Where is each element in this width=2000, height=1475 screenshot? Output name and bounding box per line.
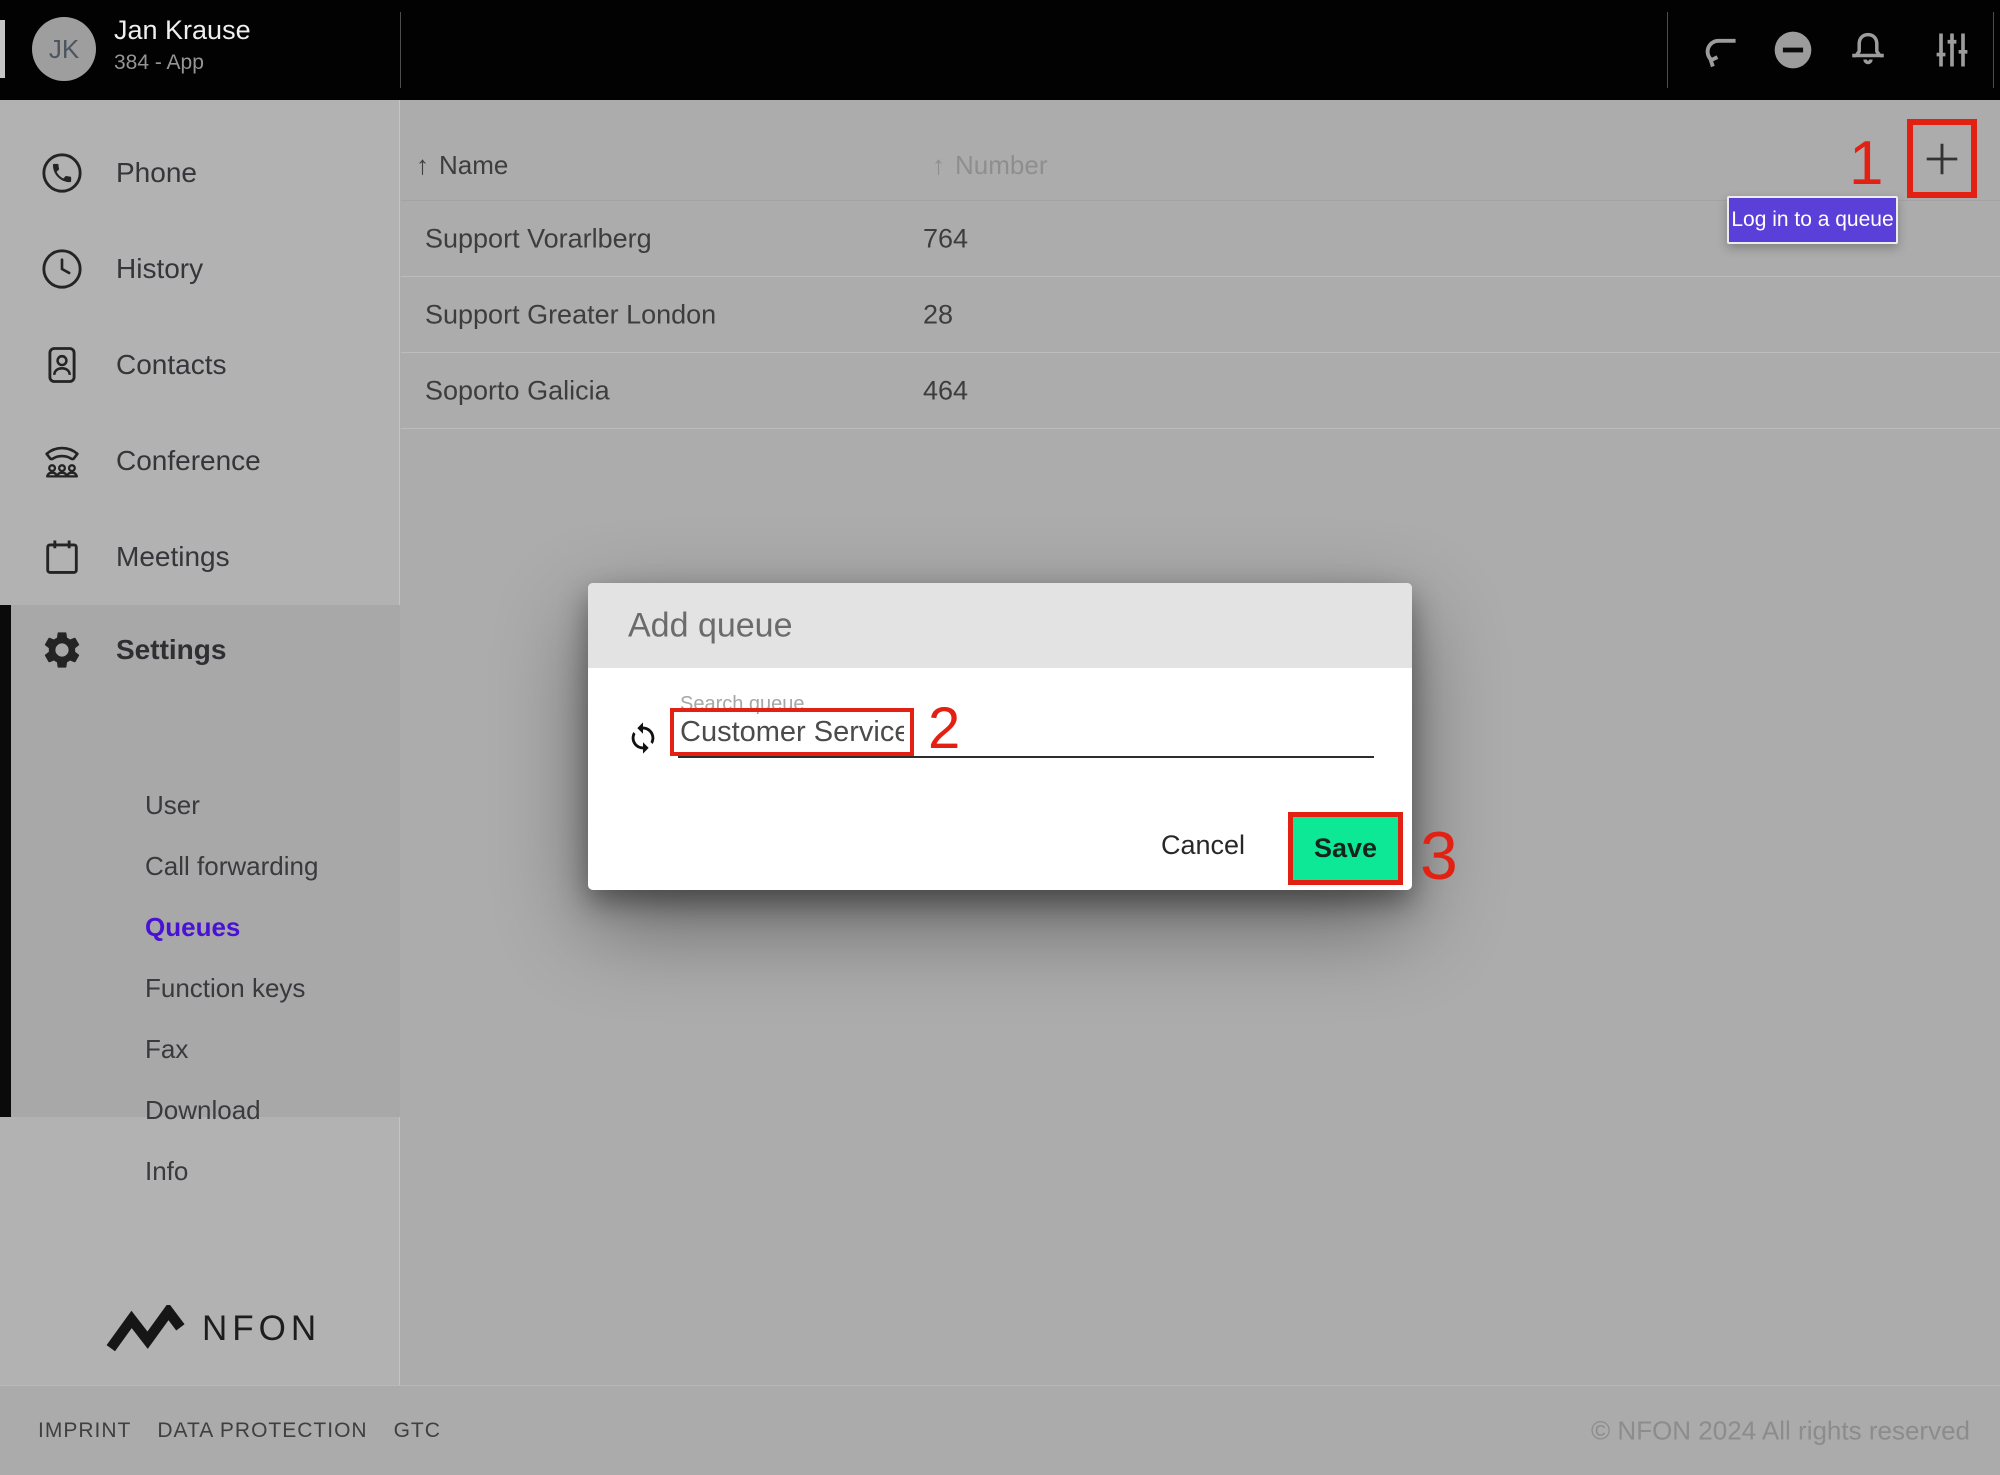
cancel-button[interactable]: Cancel <box>1148 830 1258 861</box>
do-not-disturb-icon[interactable] <box>1771 28 1815 72</box>
sidebar-item-download[interactable]: Download <box>145 1080 375 1141</box>
sidebar-item-phone[interactable]: Phone <box>0 125 399 221</box>
sidebar-item-label: History <box>116 253 203 285</box>
top-bar: JK Jan Krause 384 - App <box>0 0 2000 100</box>
user-name: Jan Krause <box>114 15 251 46</box>
column-label: Name <box>439 150 508 180</box>
contacts-icon <box>40 343 84 387</box>
plus-icon <box>1921 138 1963 180</box>
data-protection-link[interactable]: DATA PROTECTION <box>157 1419 367 1443</box>
column-header-name[interactable]: ↑ Name <box>416 150 508 181</box>
sub-item-label: Download <box>145 1095 261 1126</box>
search-queue-input[interactable] <box>674 716 910 749</box>
add-queue-dialog: Add queue Search queue 2 Cancel Save <box>588 583 1412 890</box>
sub-item-label: Fax <box>145 1034 188 1065</box>
save-button[interactable]: Save <box>1293 817 1398 880</box>
tune-icon[interactable] <box>1930 28 1974 72</box>
dialog-header: Add queue <box>588 583 1412 668</box>
sidebar-item-function-keys[interactable]: Function keys <box>145 958 375 1019</box>
left-edge-strip <box>0 20 5 78</box>
sidebar-item-contacts[interactable]: Contacts <box>0 317 399 413</box>
annotation-step-1: 1 <box>1849 133 1883 195</box>
sidebar-item-label: Meetings <box>116 541 230 573</box>
sidebar-item-label: Conference <box>116 445 261 477</box>
copyright-text: © NFON 2024 All rights reserved <box>1591 1415 1970 1446</box>
settings-section: Settings User Call forwarding Queues Fun… <box>0 605 400 1117</box>
sidebar-item-call-forwarding[interactable]: Call forwarding <box>145 836 375 897</box>
sidebar-item-label: Settings <box>116 634 226 666</box>
queue-name-cell: Soporto Galicia <box>425 375 610 406</box>
imprint-link[interactable]: IMPRINT <box>38 1419 131 1443</box>
table-header: ↑ Name ↑ Number 1 <box>401 100 2000 201</box>
sub-item-label: Call forwarding <box>145 851 318 882</box>
conference-icon <box>40 439 84 483</box>
phone-icon <box>40 151 84 195</box>
sidebar-item-history[interactable]: History <box>0 221 399 317</box>
history-icon <box>40 247 84 291</box>
nfon-logo-text: NFON <box>202 1309 321 1349</box>
user-extension: 384 - App <box>114 51 204 75</box>
table-row[interactable]: Support Greater London 28 <box>401 277 2000 353</box>
sidebar-item-label: Phone <box>116 157 197 189</box>
sidebar-item-fax[interactable]: Fax <box>145 1019 375 1080</box>
topbar-divider <box>400 12 401 88</box>
column-label: Number <box>955 150 1047 180</box>
nfon-logo-mark <box>104 1305 188 1353</box>
queue-number-cell: 28 <box>923 299 953 330</box>
sidebar: Phone History Contacts <box>0 100 400 1385</box>
sidebar-item-meetings[interactable]: Meetings <box>0 509 399 605</box>
annotation-step-3: 3 <box>1420 822 1458 890</box>
topbar-divider <box>1993 12 1994 88</box>
avatar-initials: JK <box>49 34 79 65</box>
topbar-divider <box>1667 12 1668 88</box>
sidebar-item-label: Contacts <box>116 349 227 381</box>
annotation-box-3: Save <box>1288 812 1403 885</box>
annotation-box-2 <box>670 708 914 756</box>
queue-number-cell: 464 <box>923 375 968 406</box>
queue-name-cell: Support Greater London <box>425 299 716 330</box>
annotation-box-1 <box>1907 119 1977 198</box>
add-queue-button[interactable] <box>1913 125 1971 192</box>
sync-icon[interactable] <box>626 721 660 755</box>
nfon-app-page: JK Jan Krause 384 - App <box>0 0 2000 1475</box>
active-section-indicator <box>0 605 11 1117</box>
dialog-body: Search queue 2 Cancel Save <box>588 668 1412 890</box>
dialog-title: Add queue <box>628 606 793 645</box>
sidebar-item-settings[interactable]: Settings <box>0 605 400 695</box>
avatar[interactable]: JK <box>32 17 96 81</box>
sort-asc-icon: ↑ <box>932 150 945 180</box>
notifications-icon[interactable] <box>1846 28 1890 72</box>
sidebar-item-queues[interactable]: Queues <box>145 897 375 958</box>
sub-item-label: Queues <box>145 912 240 943</box>
annotation-step-2: 2 <box>928 700 960 758</box>
sub-item-label: User <box>145 790 200 821</box>
sub-item-label: Function keys <box>145 973 305 1004</box>
login-queue-tooltip: Log in to a queue <box>1727 196 1898 244</box>
column-header-number[interactable]: ↑ Number <box>932 150 1047 181</box>
sidebar-item-user[interactable]: User <box>145 775 375 836</box>
calendar-icon <box>40 535 84 579</box>
sub-item-label: Info <box>145 1156 188 1187</box>
gtc-link[interactable]: GTC <box>394 1419 441 1443</box>
sidebar-item-info[interactable]: Info <box>145 1141 375 1202</box>
gear-icon <box>40 628 84 672</box>
input-underline <box>678 756 1374 758</box>
footer-links: IMPRINT DATA PROTECTION GTC <box>38 1386 441 1475</box>
queue-name-cell: Support Vorarlberg <box>425 223 652 254</box>
table-row[interactable]: Soporto Galicia 464 <box>401 353 2000 429</box>
footer: IMPRINT DATA PROTECTION GTC © NFON 2024 … <box>0 1385 2000 1475</box>
nfon-logo: NFON <box>104 1305 321 1353</box>
sort-asc-icon: ↑ <box>416 150 429 180</box>
queue-number-cell: 764 <box>923 223 968 254</box>
redirect-icon[interactable] <box>1698 28 1742 72</box>
sidebar-item-conference[interactable]: Conference <box>0 413 399 509</box>
